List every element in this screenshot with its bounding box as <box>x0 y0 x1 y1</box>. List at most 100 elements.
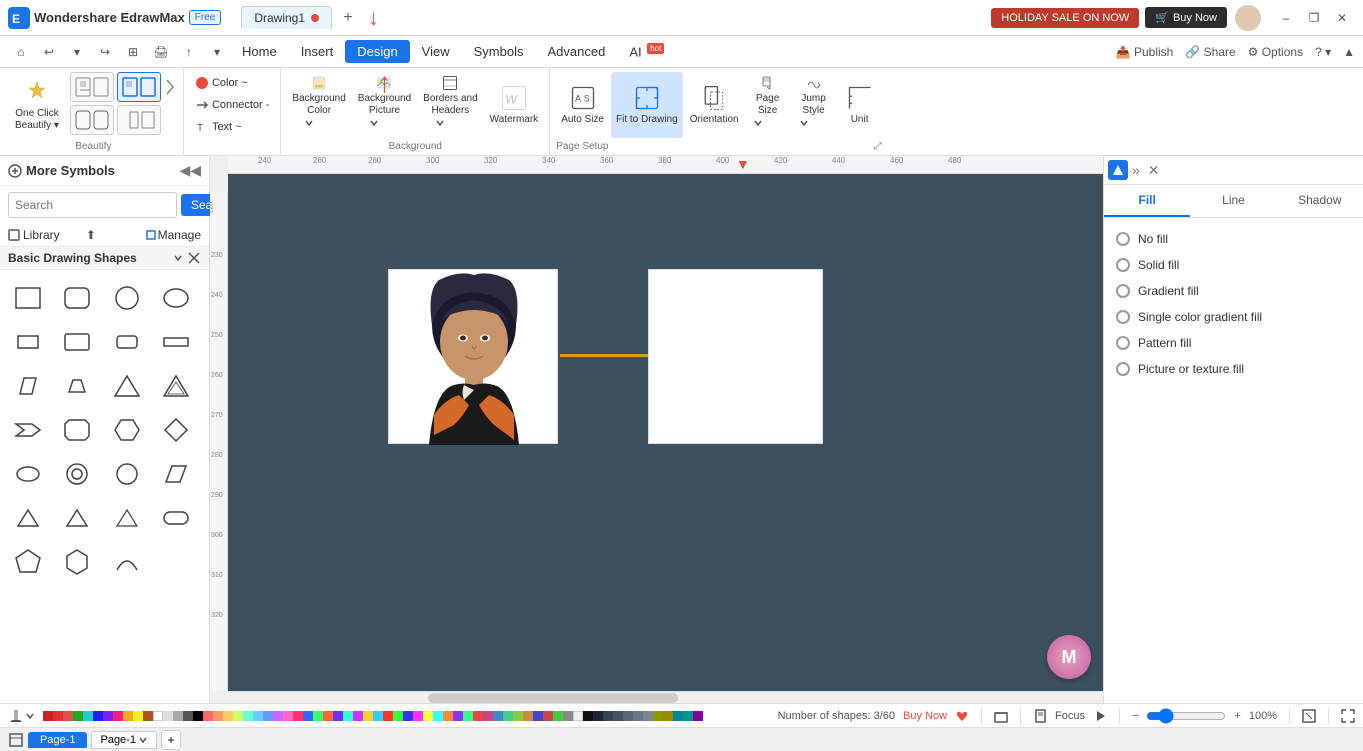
menu-view[interactable]: View <box>410 40 462 63</box>
holiday-sale-button[interactable]: HOLIDAY SALE ON NOW <box>991 8 1139 28</box>
palette-c19[interactable] <box>383 711 393 721</box>
shape-ring[interactable] <box>57 454 97 494</box>
drawing-tab[interactable]: Drawing1 <box>241 6 332 29</box>
shape-rect-sm3[interactable] <box>107 322 147 362</box>
palette-color-red2[interactable] <box>63 711 73 721</box>
help-button[interactable]: ? ▾ <box>1315 45 1331 59</box>
palette-color-green[interactable] <box>73 711 83 721</box>
play-icon[interactable] <box>1093 709 1107 723</box>
pattern-fill-option[interactable]: Pattern fill <box>1104 330 1363 356</box>
search-input[interactable] <box>8 192 177 218</box>
shadow-tab[interactable]: Shadow <box>1277 185 1363 217</box>
palette-color-red[interactable] <box>53 711 63 721</box>
palette-color-red-dark[interactable] <box>43 711 53 721</box>
undo-dropdown[interactable]: ▾ <box>64 39 90 65</box>
shape-ellipse2[interactable] <box>8 454 48 494</box>
shape-arc-rect[interactable] <box>156 498 196 538</box>
no-fill-option[interactable]: No fill <box>1104 226 1363 252</box>
palette-c3[interactable] <box>223 711 233 721</box>
palette-c45[interactable] <box>643 711 653 721</box>
right-panel-expand[interactable]: » <box>1128 162 1144 178</box>
shape-circle2[interactable] <box>107 454 147 494</box>
palette-color-brown[interactable] <box>143 711 153 721</box>
format-panel-icon[interactable] <box>1108 160 1128 180</box>
diagram-box-1[interactable] <box>388 269 558 444</box>
palette-color-purple[interactable] <box>103 711 113 721</box>
beautify-thumb-4[interactable] <box>117 105 161 135</box>
fill-tab[interactable]: Fill <box>1104 185 1190 217</box>
undo-button[interactable]: ↩ <box>36 39 62 65</box>
palette-c20[interactable] <box>393 711 403 721</box>
palette-c13[interactable] <box>323 711 333 721</box>
palette-c38[interactable] <box>573 711 583 721</box>
share-button[interactable]: 🔗 Share <box>1185 45 1235 59</box>
shape-chevron[interactable] <box>8 410 48 450</box>
shape-rounded-rect[interactable] <box>57 278 97 318</box>
palette-c29[interactable] <box>483 711 493 721</box>
diagram-box-2[interactable] <box>648 269 823 444</box>
shape-rect-sm[interactable] <box>8 322 48 362</box>
horizontal-scrollbar[interactable] <box>228 691 1103 703</box>
palette-c47[interactable] <box>663 711 673 721</box>
minimize-button[interactable]: – <box>1273 5 1299 31</box>
shape-tri-sm[interactable] <box>8 498 48 538</box>
zoom-slider[interactable] <box>1146 708 1226 724</box>
palette-c5[interactable] <box>243 711 253 721</box>
palette-c44[interactable] <box>633 711 643 721</box>
palette-color-blue[interactable] <box>93 711 103 721</box>
export-dropdown[interactable]: ▾ <box>204 39 230 65</box>
palette-c1[interactable] <box>203 711 213 721</box>
connector-dropdown-button[interactable]: Connector - <box>190 95 274 115</box>
shape-diamond[interactable] <box>156 410 196 450</box>
user-avatar[interactable] <box>1235 5 1261 31</box>
shape-trapezoid[interactable] <box>57 366 97 406</box>
palette-c18[interactable] <box>373 711 383 721</box>
fit-to-drawing-button[interactable]: Fit to Drawing <box>611 72 683 138</box>
watermark-button[interactable]: W Watermark <box>485 72 544 138</box>
shape-rectangle[interactable] <box>8 278 48 318</box>
page-size-button[interactable]: PageSize <box>746 72 790 138</box>
line-tab[interactable]: Line <box>1190 185 1276 217</box>
palette-c36[interactable] <box>553 711 563 721</box>
palette-c23[interactable] <box>423 711 433 721</box>
palette-color-black[interactable] <box>193 711 203 721</box>
palette-c14[interactable] <box>333 711 343 721</box>
shape-oval[interactable] <box>156 278 196 318</box>
palette-c48[interactable] <box>673 711 683 721</box>
palette-c50[interactable] <box>693 711 703 721</box>
palette-c16[interactable] <box>353 711 363 721</box>
menu-symbols[interactable]: Symbols <box>462 40 536 63</box>
palette-c8[interactable] <box>273 711 283 721</box>
library-expand-icon[interactable]: ⬆ <box>86 228 146 242</box>
palette-c34[interactable] <box>533 711 543 721</box>
new-tab-button[interactable]: + <box>336 6 360 30</box>
palette-c6[interactable] <box>253 711 263 721</box>
page-list-icon[interactable] <box>8 732 24 748</box>
shape-beveled-rect[interactable] <box>57 410 97 450</box>
palette-c49[interactable] <box>683 711 693 721</box>
one-click-beautify-button[interactable]: One ClickBeautify ▾ <box>10 72 64 138</box>
download-arrow-icon[interactable]: ↓ <box>368 5 379 31</box>
palette-c15[interactable] <box>343 711 353 721</box>
palette-c2[interactable] <box>213 711 223 721</box>
shape-arc[interactable] <box>107 542 147 582</box>
current-page-tab[interactable]: Page-1 <box>91 731 156 749</box>
palette-c17[interactable] <box>363 711 373 721</box>
palette-c37[interactable] <box>563 711 573 721</box>
options-button[interactable]: ⚙ Options <box>1248 45 1303 59</box>
auto-size-button[interactable]: A S Auto Size <box>556 72 609 138</box>
single-color-gradient-option[interactable]: Single color gradient fill <box>1104 304 1363 330</box>
solid-fill-option[interactable]: Solid fill <box>1104 252 1363 278</box>
palette-c30[interactable] <box>493 711 503 721</box>
palette-c7[interactable] <box>263 711 273 721</box>
palette-c46[interactable] <box>653 711 663 721</box>
palette-color-lgray[interactable] <box>163 711 173 721</box>
palette-c31[interactable] <box>503 711 513 721</box>
palette-color-orange[interactable] <box>123 711 133 721</box>
close-button[interactable]: ✕ <box>1329 5 1355 31</box>
palette-c26[interactable] <box>453 711 463 721</box>
shape-circle-outline[interactable] <box>107 278 147 318</box>
shape-parallelogram[interactable] <box>8 366 48 406</box>
section-close-icon[interactable] <box>187 251 201 265</box>
add-page-button[interactable]: + <box>161 730 181 750</box>
